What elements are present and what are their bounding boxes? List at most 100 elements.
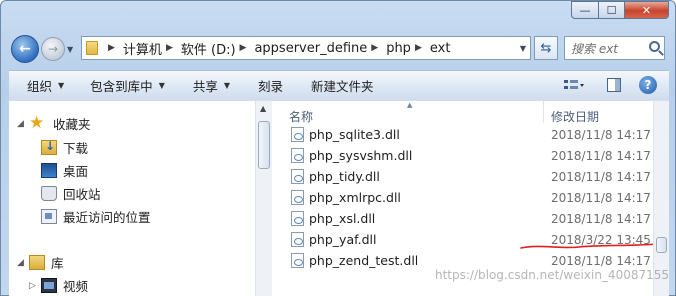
burn-button[interactable]: 刻录: [258, 76, 283, 95]
close-button[interactable]: ✕: [624, 1, 669, 19]
watermark: https://blog.csdn.net/weixin_40087155: [435, 268, 670, 282]
file-modified: 2018/11/8 14:17: [551, 254, 651, 268]
breadcrumb-drive-d[interactable]: 软件 (D:): [181, 39, 236, 58]
nav-item-label: 收藏夹: [53, 117, 91, 132]
breadcrumb-php[interactable]: php: [386, 41, 411, 56]
file-list-scrollbar[interactable]: [653, 101, 669, 296]
nav-recent-places[interactable]: 最近访问的位置: [41, 207, 151, 226]
chevron-down-icon: ▼: [58, 81, 65, 90]
window-controls: — ☐ ✕: [571, 1, 669, 21]
organize-menu[interactable]: 组织 ▼: [27, 76, 64, 95]
file-name: php_zend_test.dll: [309, 253, 419, 268]
sort-ascending-icon: ▲: [407, 101, 413, 109]
file-modified: 2018/11/8 14:17: [551, 149, 651, 163]
desktop-icon: [41, 163, 57, 178]
nav-downloads[interactable]: 下载: [41, 138, 88, 157]
view-list-icon: [564, 80, 584, 89]
chevron-down-icon: ▼: [223, 81, 231, 90]
address-dropdown-icon[interactable]: ▼: [520, 44, 526, 53]
refresh-icon: ⇆: [540, 40, 552, 56]
minimize-button[interactable]: —: [571, 1, 598, 19]
column-header-modified[interactable]: 修改日期: [551, 108, 599, 125]
scrollbar-thumb[interactable]: [258, 121, 270, 169]
chevron-right-icon[interactable]: ▶: [415, 43, 422, 53]
nav-favorites[interactable]: ◢ ★ 收藏夹: [17, 114, 91, 133]
file-modified: 2018/11/8 14:17: [551, 128, 651, 142]
breadcrumb-ext[interactable]: ext: [430, 41, 451, 56]
table-row[interactable]: php_tidy.dll 2018/11/8 14:17: [279, 166, 653, 187]
table-row[interactable]: php_xmlrpc.dll 2018/11/8 14:17: [279, 187, 653, 208]
breadcrumb-computer[interactable]: 计算机: [123, 39, 162, 58]
nav-item-label: 最近访问的位置: [63, 210, 151, 225]
search-icon[interactable]: [649, 41, 660, 52]
maximize-button[interactable]: ☐: [598, 1, 624, 19]
dll-file-icon: [291, 253, 304, 268]
recent-places-icon: [41, 209, 57, 224]
chevron-right-icon[interactable]: ▶: [166, 43, 173, 53]
nav-recycle-bin[interactable]: 回收站: [41, 184, 101, 203]
new-folder-button[interactable]: 新建文件夹: [311, 76, 374, 95]
dll-file-icon: [291, 127, 304, 142]
nav-desktop[interactable]: 桌面: [41, 161, 88, 180]
video-icon: [41, 278, 57, 293]
help-icon[interactable]: ?: [639, 76, 657, 94]
table-row[interactable]: php_yaf.dll 2018/3/22 13:45: [279, 229, 653, 250]
dll-file-icon: [291, 232, 304, 247]
share-menu[interactable]: 共享 ▼: [193, 76, 230, 95]
recent-pages-dropdown-icon[interactable]: ▼: [67, 45, 73, 54]
collapse-triangle-icon[interactable]: ◢: [17, 258, 29, 268]
chevron-down-icon: ▼: [158, 81, 165, 90]
nav-videos[interactable]: ▷ 视频: [29, 276, 88, 295]
recycle-bin-icon: [41, 186, 57, 201]
library-icon: [29, 255, 45, 270]
star-icon: ★: [29, 112, 45, 133]
forward-button[interactable]: →: [41, 37, 65, 61]
search-placeholder: 搜索 ext: [571, 41, 619, 56]
include-in-library-menu[interactable]: 包含到库中 ▼: [90, 76, 165, 95]
nav-item-label: 桌面: [63, 164, 89, 179]
nav-item-label: 库: [51, 256, 64, 271]
column-divider[interactable]: [543, 101, 544, 123]
file-list: ▲ 名称 修改日期 php_sqlite3.dll 2018/11/8 14:1…: [279, 101, 669, 296]
expand-triangle-icon[interactable]: ▷: [29, 281, 41, 291]
file-name: php_sysvshm.dll: [309, 148, 413, 163]
file-modified: 2018/11/8 14:17: [551, 191, 651, 205]
dll-file-icon: [291, 211, 304, 226]
scroll-up-icon[interactable]: ▲: [260, 104, 266, 113]
chevron-right-icon[interactable]: ▶: [108, 43, 115, 53]
nav-scrollbar[interactable]: ▲: [255, 101, 272, 296]
refresh-button[interactable]: ⇆: [534, 36, 558, 60]
table-row[interactable]: php_xsl.dll 2018/11/8 14:17: [279, 208, 653, 229]
folder-icon: [86, 41, 98, 55]
nav-libraries[interactable]: ◢ 库: [17, 253, 64, 272]
nav-item-label: 回收站: [63, 187, 101, 202]
file-name: php_xmlrpc.dll: [309, 190, 401, 205]
column-header: ▲ 名称 修改日期: [279, 101, 653, 125]
file-name: php_tidy.dll: [309, 169, 380, 184]
table-row[interactable]: php_sqlite3.dll 2018/11/8 14:17: [279, 124, 653, 145]
command-bar: 组织 ▼ 包含到库中 ▼ 共享 ▼ 刻录 新建文件夹 ?: [9, 70, 669, 100]
scrollbar-thumb[interactable]: [656, 237, 667, 253]
download-folder-icon: [41, 139, 57, 155]
file-name: php_xsl.dll: [309, 211, 376, 226]
chevron-right-icon[interactable]: ▶: [240, 43, 247, 53]
dll-file-icon: [291, 169, 304, 184]
chevron-right-icon[interactable]: ▶: [371, 43, 378, 53]
breadcrumb-appserver-define[interactable]: appserver_define: [254, 41, 367, 56]
column-header-name[interactable]: 名称: [289, 108, 313, 125]
navigation-pane: ◢ ★ 收藏夹 下载 桌面 回收站 最近访问的位置 ◢: [9, 101, 272, 296]
table-row[interactable]: php_sysvshm.dll 2018/11/8 14:17: [279, 145, 653, 166]
file-modified: 2018/3/22 13:45: [551, 233, 651, 247]
explorer-window: — ☐ ✕ ← → ▼ ▶ 计算机 ▶ 软件 (D:) ▶ appserver_…: [0, 0, 676, 296]
file-modified: 2018/11/8 14:17: [551, 212, 651, 226]
address-bar[interactable]: ▶ 计算机 ▶ 软件 (D:) ▶ appserver_define ▶ php…: [81, 36, 531, 60]
preview-pane-icon[interactable]: [607, 78, 621, 92]
collapse-triangle-icon[interactable]: ◢: [17, 119, 29, 129]
back-button[interactable]: ←: [11, 35, 39, 63]
nav-item-label: 视频: [63, 279, 89, 294]
dll-file-icon: [291, 148, 304, 163]
file-modified: 2018/11/8 14:17: [551, 170, 651, 184]
change-view-button[interactable]: [563, 76, 585, 94]
search-input[interactable]: 搜索 ext: [564, 36, 665, 60]
file-name: php_sqlite3.dll: [309, 127, 400, 142]
